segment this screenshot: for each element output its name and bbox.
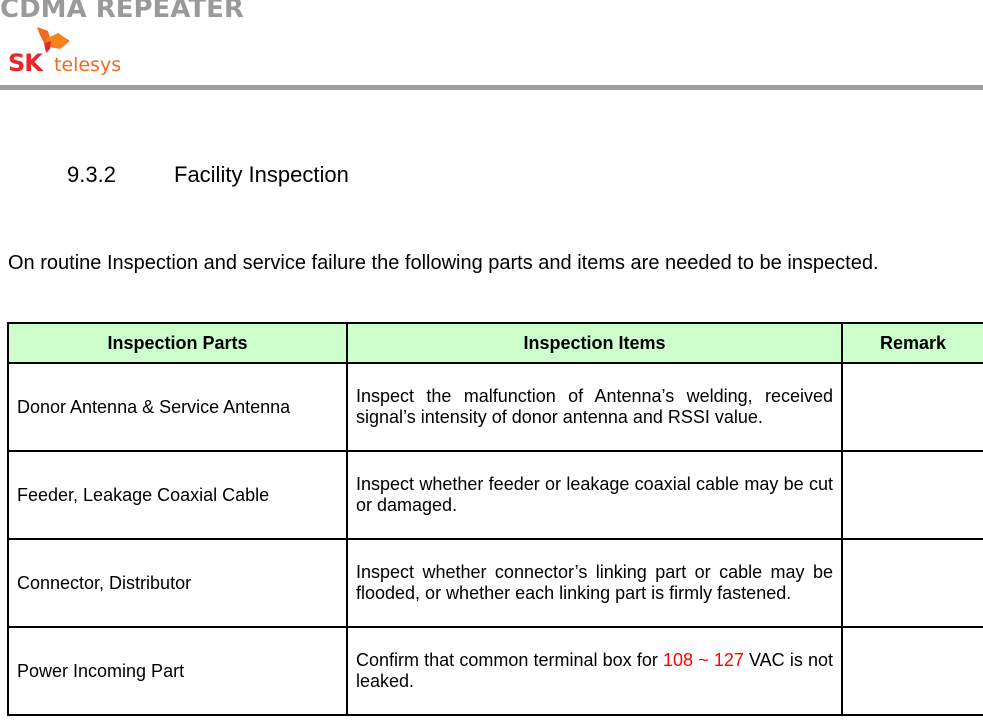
- header-divider: [0, 85, 983, 90]
- doc-title: CDMA REPEATER: [0, 0, 244, 24]
- column-header-parts: Inspection Parts: [7, 322, 348, 364]
- inspection-item: Inspect whether connector’s linking part…: [346, 538, 843, 628]
- table-row: Donor Antenna & Service Antenna Inspect …: [7, 362, 983, 452]
- table-row: Feeder, Leakage Coaxial Cable Inspect wh…: [7, 450, 983, 540]
- table-header-row: Inspection Parts Inspection Items Remark: [7, 322, 983, 364]
- remark-cell: [841, 362, 983, 452]
- item-text-prefix: Confirm that common terminal box for: [356, 650, 663, 670]
- logo-brand: SK: [8, 49, 43, 77]
- section-title: Facility Inspection: [174, 162, 349, 187]
- column-header-items: Inspection Items: [346, 322, 843, 364]
- remark-cell: [841, 538, 983, 628]
- section-number: 9.3.2: [67, 162, 116, 187]
- inspection-part: Connector, Distributor: [7, 538, 348, 628]
- section-heading: 9.3.2 Facility Inspection: [67, 162, 349, 188]
- inspection-part: Feeder, Leakage Coaxial Cable: [7, 450, 348, 540]
- inspection-part: Donor Antenna & Service Antenna: [7, 362, 348, 452]
- remark-cell: [841, 450, 983, 540]
- intro-paragraph: On routine Inspection and service failur…: [8, 252, 879, 274]
- column-header-remark: Remark: [841, 322, 983, 364]
- inspection-table: Inspection Parts Inspection Items Remark…: [7, 322, 983, 716]
- inspection-item: Inspect the malfunction of Antenna’s wel…: [346, 362, 843, 452]
- inspection-part: Power Incoming Part: [7, 626, 348, 716]
- logo-name: telesys: [54, 54, 122, 76]
- table-row: Power Incoming Part Confirm that common …: [7, 626, 983, 716]
- remark-cell: [841, 626, 983, 716]
- table-row: Connector, Distributor Inspect whether c…: [7, 538, 983, 628]
- voltage-range-highlight: 108 ~ 127: [662, 650, 744, 670]
- inspection-item: Inspect whether feeder or leakage coaxia…: [346, 450, 843, 540]
- inspection-item: Confirm that common terminal box for 108…: [346, 626, 843, 716]
- company-logo: SK telesys: [8, 27, 138, 83]
